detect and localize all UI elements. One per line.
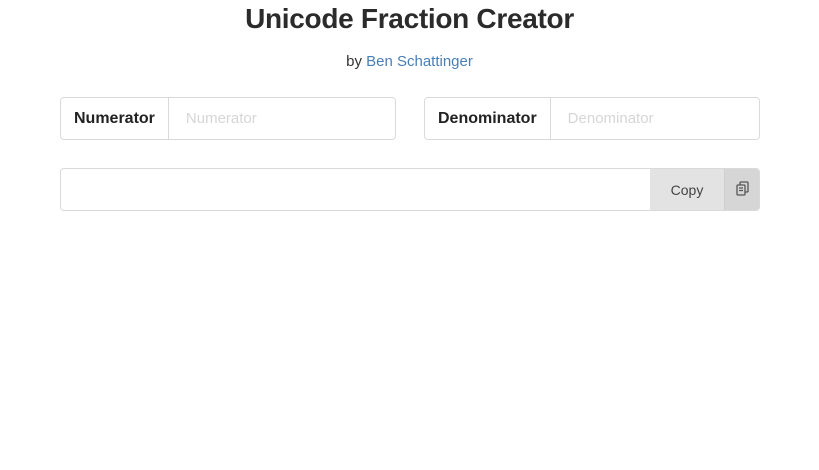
fraction-output-field[interactable] [61,169,650,210]
copy-icon-button[interactable] [724,169,759,210]
numerator-input[interactable] [168,98,395,139]
denominator-group: Denominator [424,97,760,140]
denominator-label: Denominator [425,98,551,139]
page-title: Unicode Fraction Creator [245,3,574,34]
page: Unicode Fraction Creator by Ben Schattin… [0,0,819,470]
denominator-input[interactable] [550,98,759,139]
byline: by Ben Schattinger [0,52,819,72]
numerator-label: Numerator [61,98,169,139]
copy-button[interactable]: Copy [650,169,724,210]
output-group: Copy [60,168,760,211]
clipboard-icon [735,180,749,199]
byline-prefix: by [346,53,362,70]
author-link[interactable]: Ben Schattinger [366,53,473,70]
numerator-group: Numerator [60,97,396,140]
